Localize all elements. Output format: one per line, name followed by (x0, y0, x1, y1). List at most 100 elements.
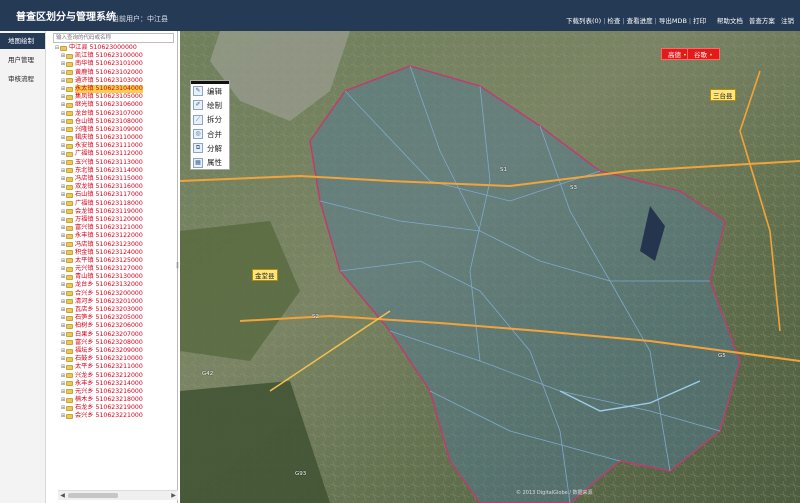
tree-node[interactable]: ⊞ 清河乡 510623201000 (54, 298, 176, 306)
folder-icon (66, 102, 73, 108)
tree-node[interactable]: ⊞ 元兴乡 510623216000 (54, 388, 176, 396)
tree-node[interactable]: ⊞ 会龙镇 510623119000 (54, 208, 176, 216)
region-tree-panel: ⊟ 中江县 510623000000 ⊞凯江镇 510623100000⊞南华镇… (46, 31, 178, 503)
tree-node-label: 会兴乡 510623221000 (75, 412, 143, 420)
tree-root-node[interactable]: ⊟ 中江县 510623000000 (54, 44, 176, 52)
print-link[interactable]: 打印 (693, 17, 706, 25)
folder-icon (66, 168, 73, 174)
layer-badge-google[interactable]: 谷歌 • (687, 48, 720, 60)
left-nav: 地图绘制 用户管理 审核流程 (0, 31, 46, 503)
badge-label: 高德 (668, 51, 681, 59)
help-doc-link[interactable]: 帮助文档 (717, 17, 743, 25)
split-icon: ⟋ (193, 114, 203, 125)
scroll-left-icon[interactable]: ◀ (58, 491, 67, 500)
tree-node[interactable]: ⊞ 永丰镇 510623122000 (54, 232, 176, 240)
folder-icon (66, 94, 73, 100)
edit-tool-button[interactable]: ✎ 编辑 (191, 84, 229, 98)
folder-icon (66, 266, 73, 272)
tree-node[interactable]: ⊞ 冯店镇 510623123000 (54, 241, 176, 249)
tree-node[interactable]: ⊞ 兴隆镇 510623109000 (54, 126, 176, 134)
tree-node-label: 冯店镇 510623123000 (75, 240, 143, 248)
folder-icon (66, 127, 73, 133)
tree-node-label: 东北镇 510623114000 (75, 166, 143, 174)
tree-node-label: 中江县 510623000000 (69, 44, 137, 51)
road-label: G93 (295, 471, 307, 477)
tree-node-label: 永太镇 510623104000 (75, 84, 143, 94)
scrollbar-thumb[interactable] (68, 493, 118, 498)
tree-node[interactable]: ⊞ 万福镇 510623120000 (54, 216, 176, 224)
tree-node[interactable]: ⊞ 白果乡 510623207000 (54, 331, 176, 339)
census-plan-link[interactable]: 普查方案 (749, 17, 775, 25)
folder-icon (66, 283, 73, 289)
tree-node[interactable]: ⊞ 通济镇 510623103000 (54, 77, 176, 85)
folder-icon (66, 348, 73, 354)
tree-node-label: 兴隆镇 510623109000 (75, 125, 143, 133)
tree-node-label: 继光镇 510623106000 (75, 101, 143, 109)
tree-node-label: 万福镇 510623120000 (75, 215, 143, 223)
folder-icon (66, 70, 73, 76)
tree-node[interactable]: ⊞ 太平乡 510623211000 (54, 363, 176, 371)
check-link[interactable]: 检查 (607, 17, 620, 25)
tree-node-label: 通济镇 510623103000 (75, 76, 143, 84)
tree-node[interactable]: ⊞ 继光镇 510623106000 (54, 101, 176, 109)
nav-item-review-workflow[interactable]: 审核流程 (0, 71, 45, 87)
download-list-link[interactable]: 下载列表(0) (566, 17, 601, 25)
export-mdb-link[interactable]: 导出MDB (659, 17, 687, 25)
tree-node-label: 永丰镇 510623122000 (75, 232, 143, 240)
satellite-map[interactable]: S1 G42 S2 G93 S3 G5 金堂县 三台县 © 2013 Digit… (180, 31, 800, 503)
tool-label: 拆分 (207, 115, 222, 125)
tree-node[interactable]: ⊞ 太平镇 510623125000 (54, 257, 176, 265)
tree-node[interactable]: ⊞ 东北镇 510623114000 (54, 167, 176, 175)
folder-icon (66, 209, 73, 215)
tree-node[interactable]: ⊞ 永太镇 510623104000 (54, 84, 176, 94)
current-user-label: 当前用户：中江县 (112, 15, 168, 23)
draw-tool-button[interactable]: ✐ 绘制 (191, 98, 229, 112)
tree-node-label: 龙台镇 510623107000 (75, 109, 143, 117)
tree-node[interactable]: ⊞ 兴龙乡 510623212000 (54, 372, 176, 380)
road-label: S3 (570, 185, 577, 191)
split-tool-button[interactable]: ⟋ 拆分 (191, 113, 229, 127)
nav-item-user-management[interactable]: 用户管理 (0, 52, 45, 68)
road-label: S2 (312, 314, 319, 320)
tree-node[interactable]: ⊞ 龙台镇 510623107000 (54, 110, 176, 118)
tool-label: 分解 (207, 143, 222, 153)
tree-node[interactable]: ⊞ 积金镇 510623124000 (54, 249, 176, 257)
tree-node[interactable]: ⊞ 龙台乡 510623132000 (54, 281, 176, 289)
explode-tool-button[interactable]: ⧉ 分解 (191, 141, 229, 155)
tree-node[interactable]: ⊞ 冯店镇 510623115000 (54, 175, 176, 183)
folder-icon (66, 274, 73, 280)
tree-node[interactable]: ⊞ 石山镇 510623117000 (54, 191, 176, 199)
attributes-tool-button[interactable]: ▦ 属性 (191, 155, 229, 169)
draw-icon: ✐ (193, 100, 203, 111)
view-progress-link[interactable]: 查看进度 (627, 17, 653, 25)
tree-search-input[interactable] (53, 33, 174, 43)
tree-node[interactable]: ⊞ 玉兴镇 510623113000 (54, 159, 176, 167)
tree-node[interactable]: ⊞ 会兴乡 510623221000 (54, 412, 176, 420)
folder-icon (66, 201, 73, 207)
folder-icon (66, 61, 73, 67)
folder-icon (66, 176, 73, 182)
tree-node[interactable]: ⊞ 南华镇 510623101000 (54, 60, 176, 68)
tree-node[interactable]: ⊞ 永丰乡 510623214000 (54, 380, 176, 388)
tree-node[interactable]: ⊞ 柏树乡 510623206000 (54, 322, 176, 330)
tree-node[interactable]: ⊞ 黄鹿镇 510623102000 (54, 69, 176, 77)
tree-node[interactable]: ⊞ 富兴乡 510623208000 (54, 339, 176, 347)
folder-icon (66, 53, 73, 59)
merge-icon: ◎ (193, 129, 203, 140)
merge-tool-button[interactable]: ◎ 合并 (191, 127, 229, 141)
tree-node[interactable]: ⊞ 广福镇 510623112000 (54, 150, 176, 158)
tree-node[interactable]: ⊞ 合兴乡 510623200000 (54, 290, 176, 298)
scroll-right-icon[interactable]: ▶ (169, 491, 178, 500)
tree-node[interactable]: ⊞ 福坛乡 510623209000 (54, 347, 176, 355)
folder-icon (66, 225, 73, 231)
nav-item-map-drawing[interactable]: 地图绘制 (0, 33, 45, 49)
folder-icon (66, 152, 73, 158)
tree-horizontal-scrollbar[interactable]: ◀ ▶ (58, 490, 178, 500)
tree-node[interactable]: ⊞ 广福镇 510623118000 (54, 200, 176, 208)
logout-link[interactable]: 注销 (781, 17, 794, 25)
tree-node[interactable]: ⊞ 瓦店乡 510623203000 (54, 306, 176, 314)
tree-node-label: 积金镇 510623124000 (75, 248, 143, 256)
folder-icon (66, 414, 73, 420)
tree-node-label: 仓山镇 510623108000 (75, 117, 143, 125)
tree-node[interactable]: ⊞ 仓山镇 510623108000 (54, 118, 176, 126)
